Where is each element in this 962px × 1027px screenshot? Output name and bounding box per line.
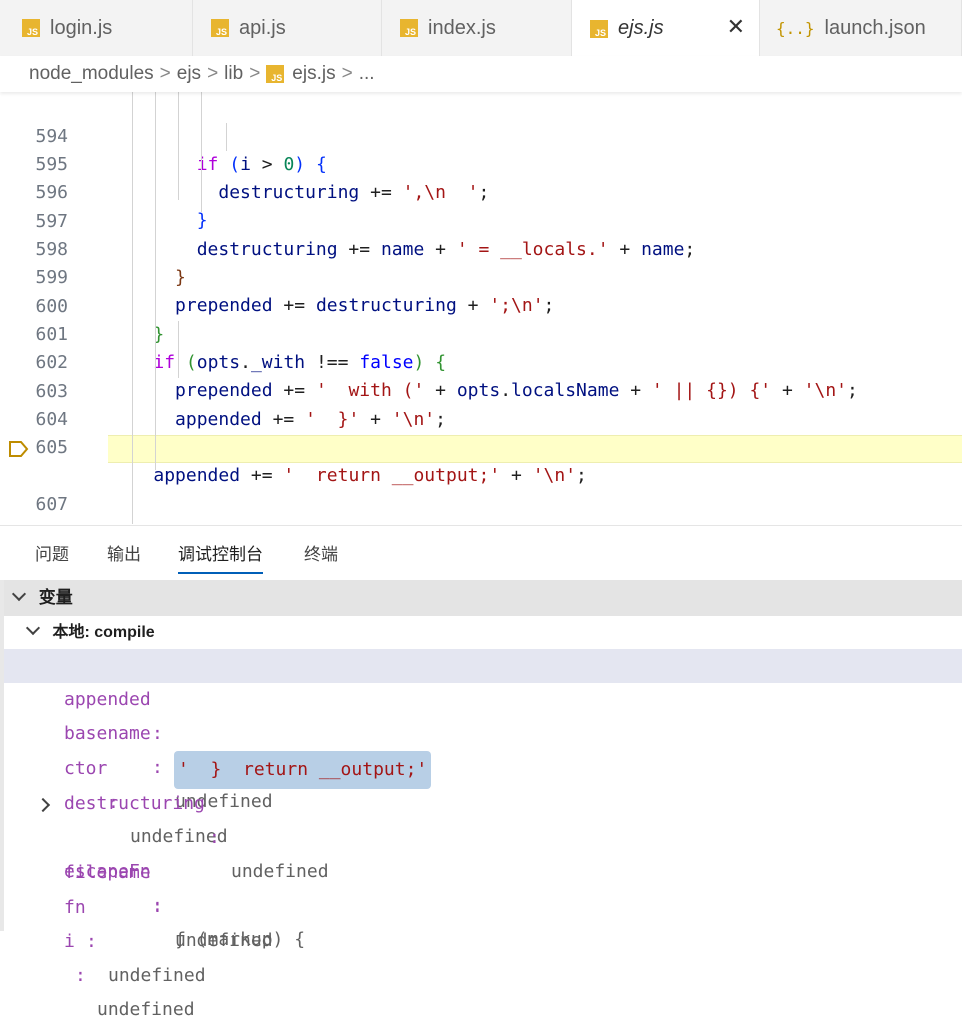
code-line: 595 destructuring += ',\n '; [0, 123, 962, 203]
tab-debug-console[interactable]: 调试控制台 [178, 540, 263, 574]
tab-label: api.js [239, 16, 286, 39]
breadcrumb-item-more[interactable]: ... [359, 63, 375, 85]
editor-tab-bar: JS login.js JS api.js JS index.js JS ejs… [0, 0, 962, 57]
variable-row-fn[interactable]: fn : undefined [4, 857, 962, 986]
variable-row-escapefn[interactable]: escapeFn : ƒ (markup) { [4, 787, 962, 950]
js-file-icon: JS [590, 19, 608, 38]
tab-index-js[interactable]: JS index.js [382, 0, 572, 56]
tab-terminal[interactable]: 终端 [304, 540, 338, 572]
tab-label: login.js [50, 16, 113, 39]
json-file-icon: {..} [776, 18, 815, 38]
code-line: 607 } [0, 463, 962, 524]
indent-guide [178, 321, 179, 378]
tab-login-js[interactable]: JS login.js [0, 0, 193, 56]
breadcrumb-item-ejs[interactable]: ejs [177, 63, 201, 85]
indent-guide [132, 92, 133, 524]
variable-row-filename[interactable]: filename : undefined [4, 822, 962, 951]
breadcrumb: node_modules > ejs > lib > JS ejs.js > .… [0, 56, 962, 92]
code-line: 601 if (opts._with !== false) { [0, 293, 962, 373]
breadcrumb-item-lib[interactable]: lib [224, 63, 243, 85]
indent-guide [226, 123, 227, 151]
breadcrumb-separator: > [341, 63, 353, 84]
code-line-current: 606 this.source = prepended + this.sourc… [0, 435, 962, 524]
code-line: 598 } [0, 208, 962, 288]
variable-row-i[interactable]: i : undefined [4, 891, 962, 1020]
js-file-icon: JS [266, 65, 285, 83]
variable-value: undefined [108, 965, 206, 986]
variable-value: undefined [97, 999, 195, 1020]
scope-local-row[interactable]: 本地: compile [4, 616, 962, 649]
code-line: 608 [0, 491, 962, 524]
variable-row-basename[interactable]: basename : undefined [4, 683, 962, 812]
code-line: 604 } [0, 378, 962, 458]
tab-problems[interactable]: 问题 [35, 540, 69, 572]
tab-label: index.js [428, 16, 496, 39]
indent-guide [178, 92, 179, 200]
indent-guide [155, 92, 156, 470]
chevron-down-icon [11, 586, 27, 602]
variables-title: 变量 [38, 588, 73, 607]
variables-section-header[interactable]: 变量 [4, 580, 962, 616]
js-file-icon: JS [211, 19, 229, 37]
code-line: 602 prepended += ' with (' + opts.locals… [0, 321, 962, 401]
indent-guide [201, 92, 202, 212]
close-tab-icon[interactable]: ✕ [727, 14, 745, 40]
chevron-right-icon[interactable] [35, 797, 51, 813]
code-line: 600 } [0, 265, 962, 345]
breadcrumb-item-ejs-js[interactable]: ejs.js [292, 63, 335, 85]
chevron-down-icon [25, 620, 41, 636]
code-line: 594 if (i > 0) { [0, 95, 962, 175]
line-number: 608 [0, 519, 68, 524]
tab-api-js[interactable]: JS api.js [193, 0, 382, 56]
panel-tab-bar: 问题 输出 调试控制台 终端 [0, 525, 962, 580]
tab-output[interactable]: 输出 [107, 540, 141, 572]
tab-launch-json[interactable]: {..} launch.json [760, 0, 962, 56]
variable-value: undefined [175, 930, 273, 951]
current-line-highlight [108, 435, 962, 463]
code-line: 605 appended += ' return __output;' + '\… [0, 406, 962, 486]
variable-row-ctor[interactable]: ctor : undefined [4, 718, 962, 847]
js-file-icon: JS [400, 19, 418, 37]
js-file-icon: JS [22, 19, 40, 37]
code-line: 597 destructuring += name + ' = __locals… [0, 180, 962, 260]
breadcrumb-separator: > [249, 63, 261, 84]
tab-label: ejs.js [618, 17, 664, 39]
debug-current-line-icon [9, 441, 29, 457]
variable-name: i [64, 931, 75, 952]
code-line: 603 appended += ' }' + '\n'; [0, 350, 962, 430]
tab-label: launch.json [824, 16, 926, 39]
tab-ejs-js[interactable]: JS ejs.js ✕ [572, 0, 760, 57]
variable-row-appended[interactable]: appended : ' } return __output;' [4, 649, 962, 789]
code-line: 599 prepended += destructuring + ';\n'; [0, 236, 962, 316]
code-line: 596 } [0, 151, 962, 231]
scope-label: 本地: compile [52, 624, 155, 641]
breadcrumb-item-node-modules[interactable]: node_modules [29, 63, 154, 85]
code-editor[interactable]: 594 if (i > 0) { 595 destructuring += ',… [0, 92, 962, 524]
breadcrumb-separator: > [207, 63, 219, 84]
breadcrumb-separator: > [159, 63, 171, 84]
variable-row-destructuring[interactable]: destructuring : undefined [4, 753, 962, 882]
